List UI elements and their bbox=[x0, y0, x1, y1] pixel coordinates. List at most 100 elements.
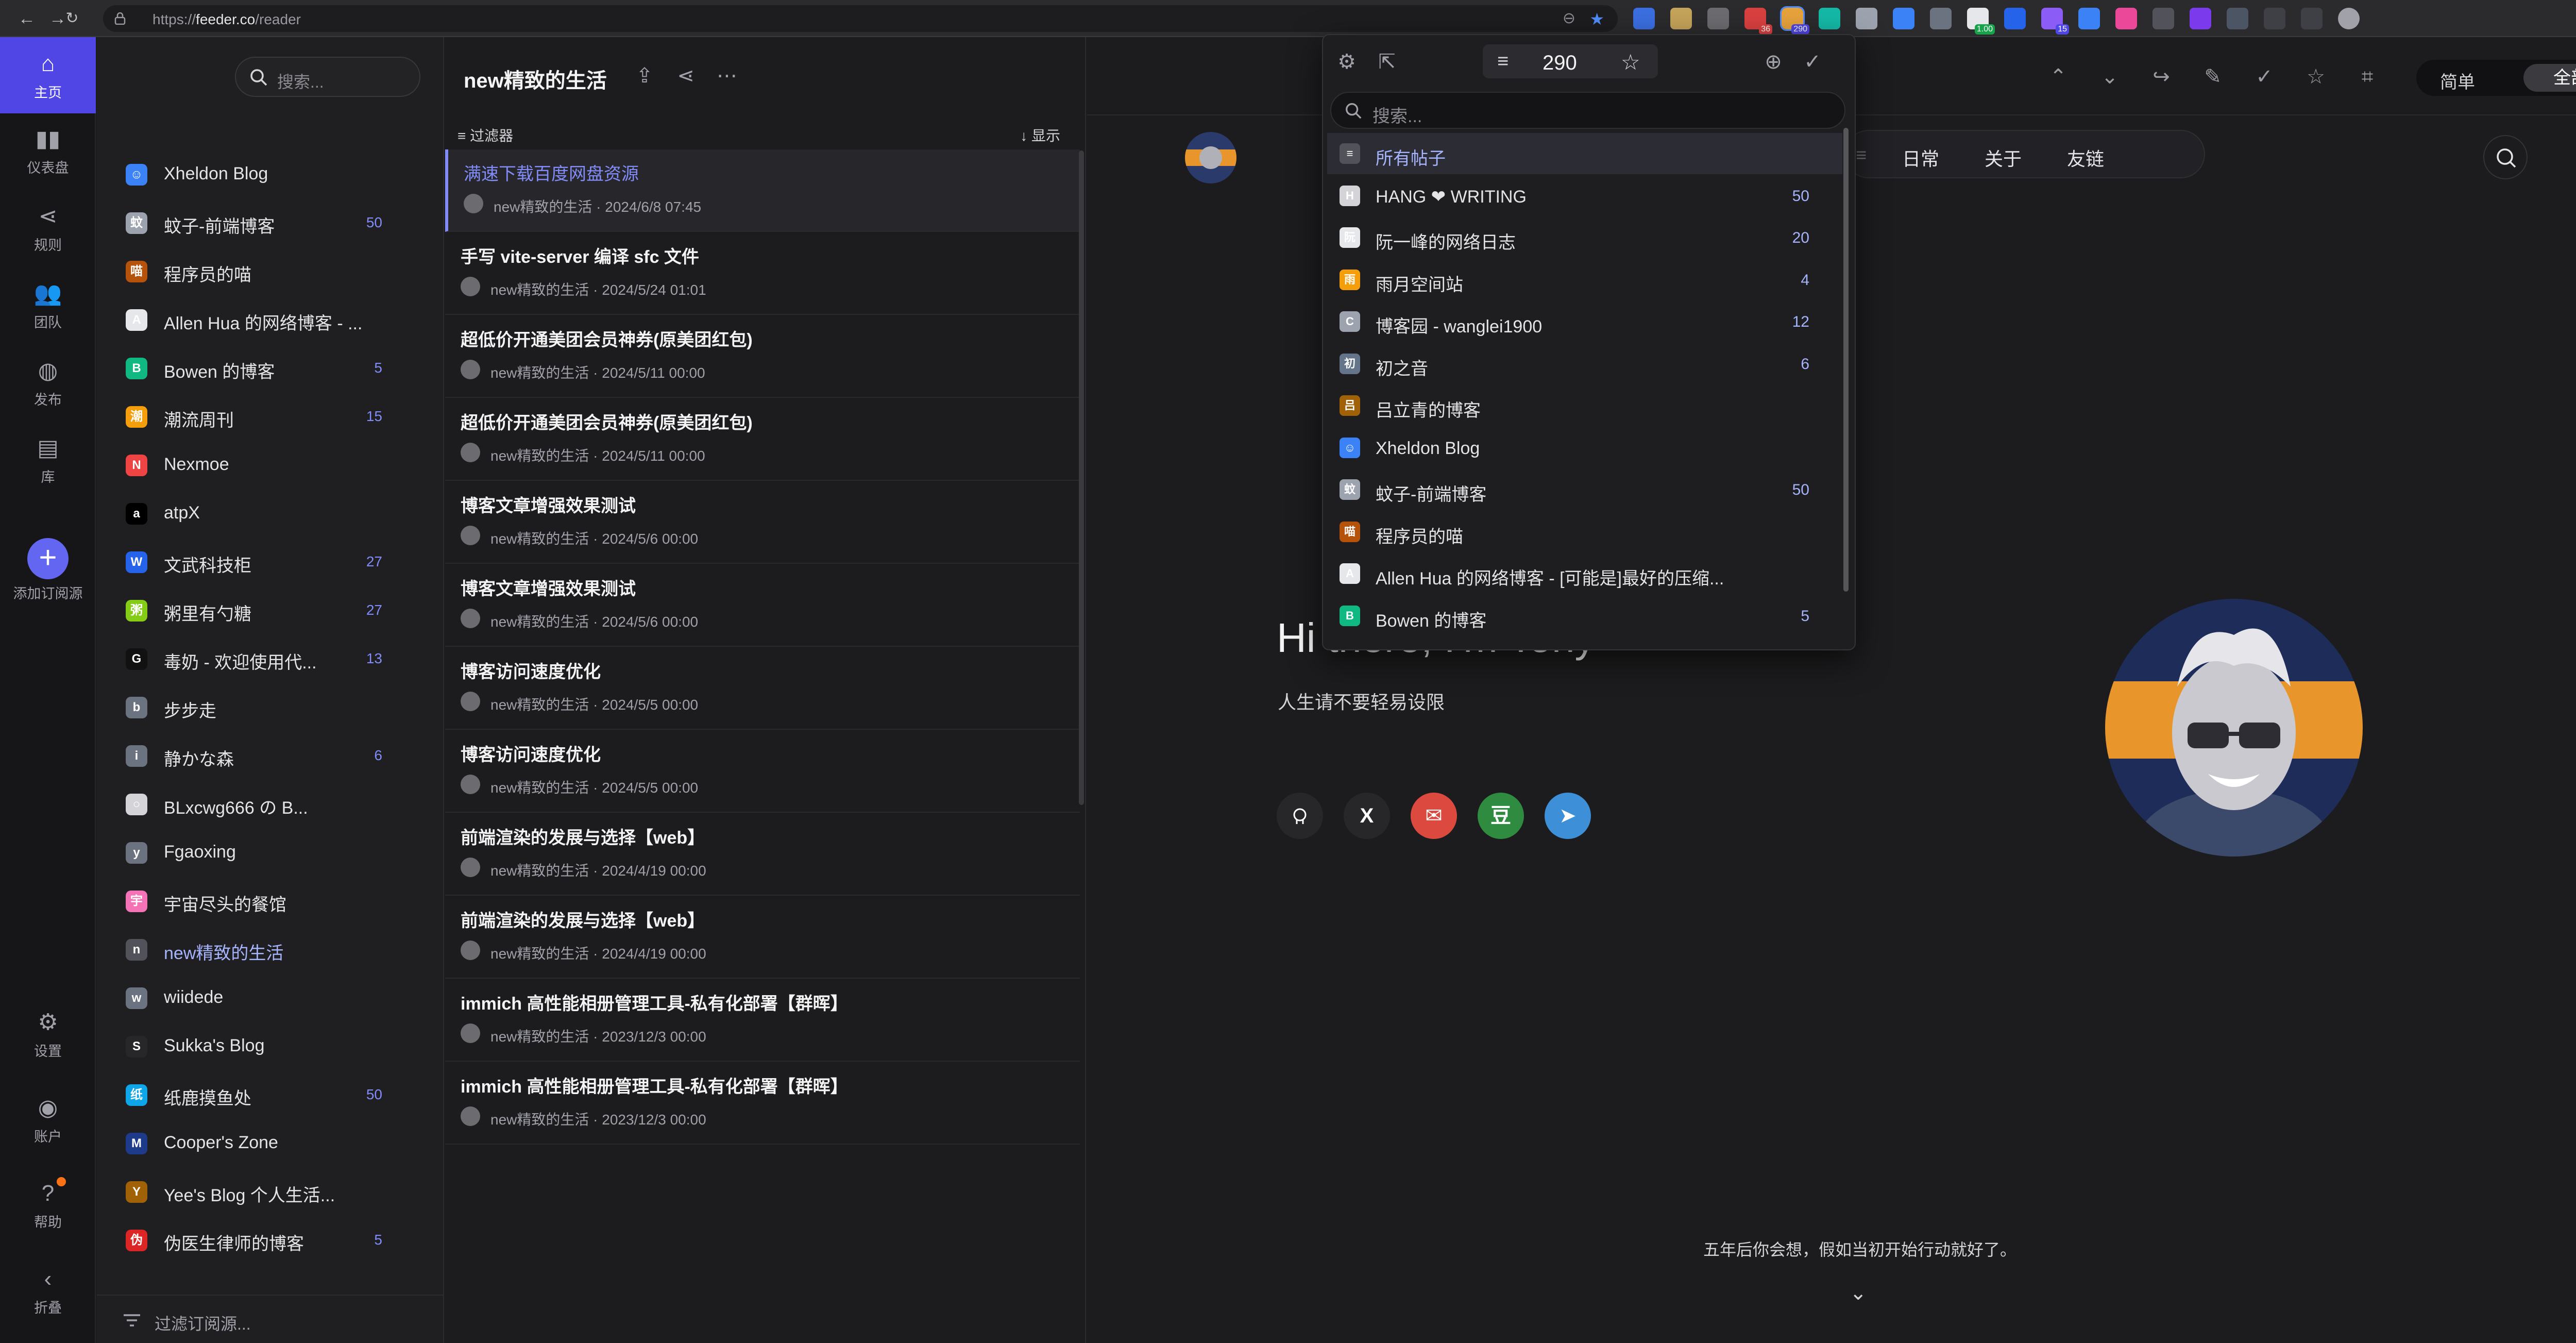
extension-icon[interactable] bbox=[1893, 8, 1914, 29]
list-icon[interactable]: ≡ bbox=[1497, 51, 1509, 73]
reload-icon[interactable]: ↻ bbox=[61, 7, 83, 30]
feed-item[interactable]: 蚊蚊子-前端博客 50 bbox=[97, 199, 443, 247]
extension-icon[interactable]: 15 bbox=[2041, 8, 2069, 35]
extension-icon[interactable] bbox=[1707, 8, 1729, 29]
popup-feed-item[interactable]: B Bowen 的博客 5 bbox=[1327, 595, 1842, 636]
extension-icon[interactable] bbox=[1670, 8, 1692, 29]
entry-item[interactable]: 前端渲染的发展与选择【web】 new精致的生活 · 2024/4/19 00:0… bbox=[445, 896, 1080, 979]
rail-library[interactable]: ▤ 库 bbox=[0, 434, 96, 486]
feed-item[interactable]: M Cooper's Zone bbox=[97, 1119, 443, 1168]
popup-feed-item[interactable]: A Allen Hua 的网络博客 - [可能是]最好的压缩... bbox=[1327, 553, 1842, 594]
filter-button[interactable]: ≡ 过滤器 bbox=[457, 125, 513, 145]
download-icon[interactable] bbox=[2301, 8, 2323, 29]
site-search-button[interactable] bbox=[2483, 135, 2528, 179]
site-logo[interactable] bbox=[1185, 132, 1236, 183]
extension-icon[interactable] bbox=[1633, 8, 1655, 29]
popup-search-input[interactable]: 搜索... bbox=[1330, 92, 1845, 129]
extension-icon[interactable]: 1.00 bbox=[1967, 8, 1995, 35]
add-feed-button[interactable]: + 添加订阅源 bbox=[0, 538, 96, 602]
popup-feed-item[interactable]: 阮阮一峰的网络日志 20 bbox=[1327, 217, 1842, 258]
extension-icon[interactable] bbox=[2078, 8, 2100, 29]
chevron-up-icon[interactable]: ⌃ bbox=[2045, 64, 2071, 90]
extension-icon[interactable] bbox=[1930, 8, 1952, 29]
feed-item[interactable]: 潮潮流周刊 15 bbox=[97, 393, 443, 441]
back-icon[interactable]: ← bbox=[15, 7, 38, 30]
display-button[interactable]: ↓ 显示 bbox=[1020, 125, 1060, 145]
bookmark-star-icon[interactable]: ★ bbox=[1589, 9, 1604, 29]
entry-item[interactable]: immich 高性能相册管理工具-私有化部署【群晖】 new精致的生活 · 202… bbox=[445, 1062, 1080, 1145]
site-nav-about[interactable]: 关于 bbox=[1985, 144, 2022, 171]
entry-item[interactable]: 博客访问速度优化 new精致的生活 · 2024/5/5 00:00 bbox=[445, 647, 1080, 730]
entry-item[interactable]: 博客文章增强效果测试 new精致的生活 · 2024/5/6 00:00 bbox=[445, 481, 1080, 564]
feed-item[interactable]: N Nexmoe bbox=[97, 441, 443, 490]
feed-item[interactable]: S Sukka's Blog bbox=[97, 1022, 443, 1071]
x-icon[interactable]: X bbox=[1344, 793, 1390, 839]
open-external-icon[interactable]: ⇱ bbox=[1374, 48, 1400, 75]
more-icon[interactable]: ⋯ bbox=[714, 63, 740, 89]
popup-feed-item[interactable]: C 博客园 - wanglei1900 12 bbox=[1327, 301, 1842, 342]
rail-rules[interactable]: ⋖ 规则 bbox=[0, 202, 96, 254]
mail-icon[interactable]: ✉ bbox=[1411, 793, 1457, 839]
rail-home[interactable]: ⌂ 主页 bbox=[0, 37, 96, 113]
feed-item[interactable]: A Allen Hua 的网络博客 - ... bbox=[97, 296, 443, 344]
extension-icon[interactable] bbox=[2227, 8, 2248, 29]
entry-item[interactable]: 超低价开通美团会员神券(原美团红包) new精致的生活 · 2024/5/11 0… bbox=[445, 398, 1080, 481]
entry-item[interactable]: 超低价开通美团会员神券(原美团红包) new精致的生活 · 2024/5/11 0… bbox=[445, 315, 1080, 398]
subscriptions-search[interactable]: 搜索... bbox=[235, 57, 420, 97]
popup-segment-control[interactable]: ≡ 290 ☆ bbox=[1483, 44, 1658, 78]
rail-publish[interactable]: ◍ 发布 bbox=[0, 357, 96, 409]
bookmarks-icon[interactable] bbox=[2264, 8, 2285, 29]
popup-feed-item[interactable]: 雨雨月空间站 4 bbox=[1327, 259, 1842, 300]
feed-item[interactable]: 粥粥里有勺糖 27 bbox=[97, 586, 443, 635]
scroll-down-chevron-icon[interactable]: ⌄ bbox=[1850, 1281, 1867, 1305]
forward-share-icon[interactable]: ↪ bbox=[2148, 64, 2174, 90]
feed-item[interactable]: W 文武科技柜 27 bbox=[97, 538, 443, 586]
site-nav-links[interactable]: 友链 bbox=[2067, 144, 2104, 171]
extension-icon[interactable] bbox=[2115, 8, 2137, 29]
entry-item[interactable]: 满速下载百度网盘资源 new精致的生活 · 2024/6/8 07:45 bbox=[445, 149, 1080, 232]
star-icon[interactable]: ☆ bbox=[1621, 49, 1640, 75]
gear-icon[interactable]: ⚙ bbox=[1333, 48, 1360, 75]
extension-icon[interactable] bbox=[2004, 8, 2026, 29]
extension-icon[interactable] bbox=[1819, 8, 1840, 29]
rail-team[interactable]: 👥 团队 bbox=[0, 279, 96, 331]
address-bar[interactable]: https://feeder.co/reader ⊖ ★ bbox=[103, 5, 1618, 32]
view-mode-toggle[interactable]: 简单 全部 bbox=[2416, 60, 2576, 96]
rail-collapse[interactable]: ‹ 折叠 bbox=[0, 1265, 96, 1317]
check-circle-icon[interactable]: ✓ bbox=[2251, 64, 2277, 90]
mode-simple[interactable]: 简单 bbox=[2440, 68, 2475, 93]
feed-item[interactable]: ☺ Xheldon Blog bbox=[97, 150, 443, 199]
feed-item[interactable]: Y Yee's Blog 个人生活... bbox=[97, 1168, 443, 1216]
feed-item[interactable]: 纸纸鹿摸鱼处 50 bbox=[97, 1071, 443, 1119]
feed-item[interactable]: w wiidede bbox=[97, 974, 443, 1022]
popup-feed-item[interactable]: H HANG ❤ WRITING 50 bbox=[1327, 175, 1842, 216]
rail-settings[interactable]: ⚙ 设置 bbox=[0, 1008, 96, 1060]
profile-avatar[interactable] bbox=[2338, 8, 2360, 29]
popup-feed-item[interactable]: 喵程序员的喵 bbox=[1327, 511, 1842, 552]
entry-item[interactable]: 博客文章增强效果测试 new精致的生活 · 2024/5/6 00:00 bbox=[445, 564, 1080, 647]
feeder-extension-icon[interactable]: 290 bbox=[1780, 6, 1809, 35]
popup-all-posts[interactable]: ≡ 所有帖子 bbox=[1327, 133, 1842, 174]
extension-icon[interactable]: 36 bbox=[1744, 8, 1772, 35]
site-nav-daily[interactable]: 日常 bbox=[1902, 144, 1939, 171]
feed-item[interactable]: 喵程序员的喵 bbox=[97, 247, 443, 296]
upload-icon[interactable]: ⇪ bbox=[632, 63, 657, 89]
feed-item[interactable]: 宇宇宙尽头的餐馆 bbox=[97, 877, 443, 926]
feed-item[interactable]: y Fgaoxing bbox=[97, 829, 443, 877]
rail-dashboard[interactable]: ▮▮ 仪表盘 bbox=[0, 125, 96, 177]
popup-feed-item[interactable]: 吕吕立青的博客 bbox=[1327, 385, 1842, 426]
feed-item[interactable]: a atpX bbox=[97, 490, 443, 538]
reader-mode-icon[interactable]: ⊖ bbox=[1563, 9, 1575, 27]
chevron-down-icon[interactable]: ⌄ bbox=[2097, 64, 2123, 90]
github-icon[interactable] bbox=[1277, 793, 1323, 839]
extension-icon[interactable] bbox=[2190, 8, 2211, 29]
popup-scrollbar[interactable] bbox=[1843, 128, 1849, 592]
extension-icon[interactable] bbox=[2153, 8, 2174, 29]
mark-read-icon[interactable]: ✓ bbox=[1799, 48, 1826, 75]
feed-item[interactable]: ○ BLxcwg666 の B... bbox=[97, 780, 443, 829]
feed-item[interactable]: i 静かな森 6 bbox=[97, 732, 443, 780]
telegram-icon[interactable]: ➤ bbox=[1545, 793, 1591, 839]
extension-icon[interactable] bbox=[1856, 8, 1877, 29]
feed-item[interactable]: b 步步走 bbox=[97, 683, 443, 732]
feed-item[interactable]: 伪伪医生律师的博客 5 bbox=[97, 1216, 443, 1265]
